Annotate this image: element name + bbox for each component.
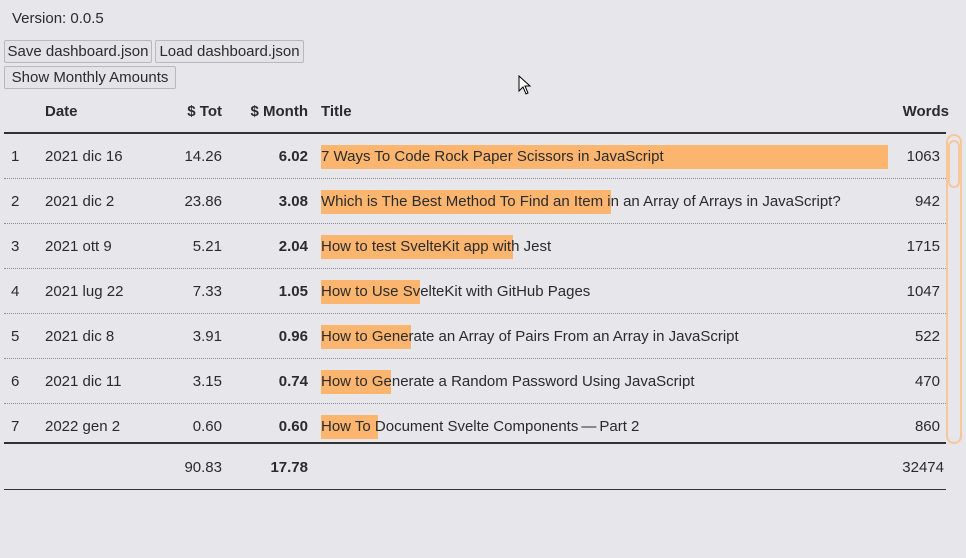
row-title[interactable]: How to Generate a Random Password Using … (321, 373, 695, 390)
row-date: 2022 gen 2 (45, 418, 121, 435)
header-title[interactable]: Title (321, 103, 352, 120)
table-row[interactable]: 2 2021 dic 2 23.86 3.08 Which is The Best Me… (4, 179, 946, 224)
header-month[interactable]: $ Month (251, 103, 309, 120)
table-body: 1 2021 dic 16 14.26 6.02 7 Ways To Code Rock… (4, 134, 946, 444)
table-row[interactable]: 4 2021 lug 22 7.33 1.05 How to Use SvelteKit… (4, 269, 946, 314)
row-month: 0.60 (278, 418, 308, 435)
row-title[interactable]: How to test SvelteKit app with Jest (321, 238, 551, 255)
row-date: 2021 ott 9 (45, 238, 112, 255)
show-monthly-amounts-button[interactable]: Show Monthly Amounts (4, 66, 176, 89)
row-total: 7.33 (192, 283, 222, 300)
row-total: 23.86 (184, 193, 222, 210)
row-total: 3.91 (192, 328, 222, 345)
row-title[interactable]: How To Document Svelte Components — Part… (321, 418, 639, 435)
row-rank: 4 (11, 283, 20, 300)
footer-month: 17.78 (270, 459, 308, 476)
row-title[interactable]: 7 Ways To Code Rock Paper Scissors in Ja… (321, 148, 664, 165)
load-dashboard-button[interactable]: Load dashboard.json (155, 40, 304, 63)
table-scrollbar[interactable] (946, 134, 962, 444)
row-total: 14.26 (184, 148, 222, 165)
row-month: 0.74 (278, 373, 308, 390)
row-date: 2021 dic 8 (45, 328, 115, 345)
row-words: 1047 (906, 283, 940, 300)
row-words: 860 (914, 418, 940, 435)
version-label: Version: 0.0.5 (12, 10, 104, 27)
header-total[interactable]: $ Tot (187, 103, 222, 120)
header-date[interactable]: Date (45, 103, 78, 120)
row-date: 2021 dic 11 (45, 373, 122, 390)
row-words: 470 (914, 373, 940, 390)
row-title[interactable]: How to Use SvelteKit with GitHub Pages (321, 283, 590, 300)
table-row[interactable]: 5 2021 dic 8 3.91 0.96 How to Generate an Ar… (4, 314, 946, 359)
row-total: 3.15 (192, 373, 222, 390)
row-month: 0.96 (278, 328, 308, 345)
save-dashboard-button[interactable]: Save dashboard.json (4, 40, 152, 63)
row-month: 3.08 (278, 193, 308, 210)
row-date: 2021 dic 16 (45, 148, 123, 165)
table-row[interactable]: 7 2022 gen 2 0.60 0.60 How To Document Svelt… (4, 404, 946, 442)
row-total: 0.60 (192, 418, 222, 435)
table-row[interactable]: 6 2021 dic 11 3.15 0.74 How to Generate a Ra… (4, 359, 946, 404)
table-footer: 90.83 17.78 32474 (4, 444, 946, 490)
scrollbar-thumb[interactable] (948, 140, 960, 188)
row-title[interactable]: How to Generate an Array of Pairs From a… (321, 328, 739, 345)
row-words: 522 (914, 328, 940, 345)
row-rank: 1 (11, 148, 20, 165)
row-date: 2021 dic 2 (45, 193, 115, 210)
row-month: 2.04 (278, 238, 308, 255)
row-rank: 6 (11, 373, 20, 390)
row-date: 2021 lug 22 (45, 283, 124, 300)
table-header: Date $ Tot $ Month Title Words (4, 90, 949, 134)
row-rank: 2 (11, 193, 20, 210)
row-title[interactable]: Which is The Best Method To Find an Item… (321, 193, 841, 210)
row-month: 6.02 (278, 148, 308, 165)
table-row[interactable]: 3 2021 ott 9 5.21 2.04 How to test SvelteKit… (4, 224, 946, 269)
row-total: 5.21 (192, 238, 222, 255)
table-row[interactable]: 1 2021 dic 16 14.26 6.02 7 Ways To Code Rock… (4, 134, 946, 179)
row-words: 942 (914, 193, 940, 210)
row-rank: 7 (11, 418, 20, 435)
row-month: 1.05 (278, 283, 308, 300)
row-rank: 3 (11, 238, 20, 255)
header-words[interactable]: Words (903, 103, 949, 120)
row-words: 1063 (906, 148, 940, 165)
row-rank: 5 (11, 328, 20, 345)
row-words: 1715 (906, 238, 940, 255)
footer-total: 90.83 (184, 459, 222, 476)
footer-words: 32474 (902, 459, 944, 476)
